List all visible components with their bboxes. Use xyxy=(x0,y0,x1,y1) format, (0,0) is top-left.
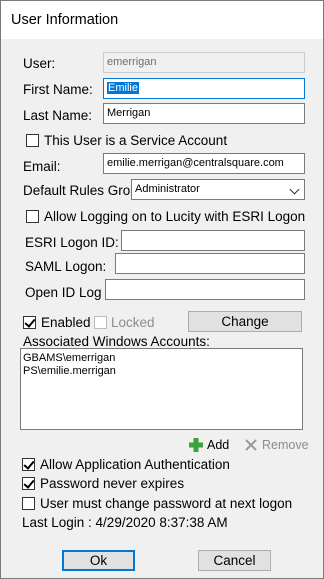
default-rules-group-select[interactable]: Administrator xyxy=(131,179,305,200)
password-never-expires-label: Password never expires xyxy=(40,476,185,491)
esri-logon-checkbox[interactable] xyxy=(26,210,39,223)
first-name-field[interactable]: Emilie xyxy=(103,78,305,99)
service-account-label: This User is a Service Account xyxy=(44,133,228,148)
title-bar: User Information xyxy=(1,1,323,39)
remove-button-label: Remove xyxy=(262,438,309,452)
x-icon xyxy=(245,439,257,451)
last-login-text: Last Login : 4/29/2020 8:37:38 AM xyxy=(22,515,228,530)
esri-logon-id-label: ESRI Logon ID: xyxy=(25,235,119,250)
list-item[interactable]: PS\emilie.merrigan xyxy=(23,365,300,378)
windows-accounts-list[interactable]: GBAMS\emerrigan PS\emilie.merrigan xyxy=(20,348,303,430)
enabled-checkbox[interactable] xyxy=(23,316,36,329)
add-button[interactable]: Add xyxy=(188,434,229,456)
change-button[interactable]: Change xyxy=(188,311,302,332)
esri-logon-checkbox-label: Allow Logging on to Lucity with ESRI Log… xyxy=(44,209,306,224)
esri-logon-id-field[interactable] xyxy=(121,230,305,251)
remove-button: Remove xyxy=(244,434,309,456)
list-item[interactable]: GBAMS\emerrigan xyxy=(23,352,300,365)
service-account-checkbox[interactable] xyxy=(26,134,39,147)
plus-icon xyxy=(189,438,203,452)
must-change-password-label: User must change password at next logon xyxy=(40,496,293,511)
first-name-label: First Name: xyxy=(23,82,93,97)
add-button-label: Add xyxy=(207,438,230,452)
cancel-button[interactable]: Cancel xyxy=(198,550,271,571)
user-field: emerrigan xyxy=(103,52,305,73)
associated-windows-accounts-label: Associated Windows Accounts: xyxy=(23,334,210,349)
must-change-password-checkbox[interactable] xyxy=(22,497,35,510)
user-label: User: xyxy=(23,56,56,71)
enabled-label: Enabled xyxy=(41,315,91,330)
email-field[interactable]: emilie.merrigan@centralsquare.com xyxy=(103,153,305,174)
locked-label: Locked xyxy=(111,315,155,330)
last-name-field[interactable]: Merrigan xyxy=(103,103,305,124)
default-rules-group-value: Administrator xyxy=(135,183,200,195)
allow-app-auth-checkbox[interactable] xyxy=(22,458,35,471)
first-name-value: Emilie xyxy=(107,82,139,94)
chevron-down-icon xyxy=(289,184,300,195)
password-never-expires-checkbox[interactable] xyxy=(22,477,35,490)
last-name-label: Last Name: xyxy=(23,108,93,123)
allow-app-auth-label: Allow Application Authentication xyxy=(40,457,230,472)
email-label: Email: xyxy=(23,159,61,174)
open-id-logon-label: Open ID Log xyxy=(25,285,102,300)
saml-logon-field[interactable] xyxy=(115,253,305,274)
ok-button[interactable]: Ok xyxy=(62,550,135,571)
window-title: User Information xyxy=(11,12,119,28)
open-id-logon-field[interactable] xyxy=(105,279,305,300)
user-information-dialog: User Information User: emerrigan First N… xyxy=(0,0,324,579)
default-rules-group-label: Default Rules Gro xyxy=(23,183,131,198)
locked-checkbox xyxy=(94,316,107,329)
saml-logon-label: SAML Logon: xyxy=(25,259,107,274)
